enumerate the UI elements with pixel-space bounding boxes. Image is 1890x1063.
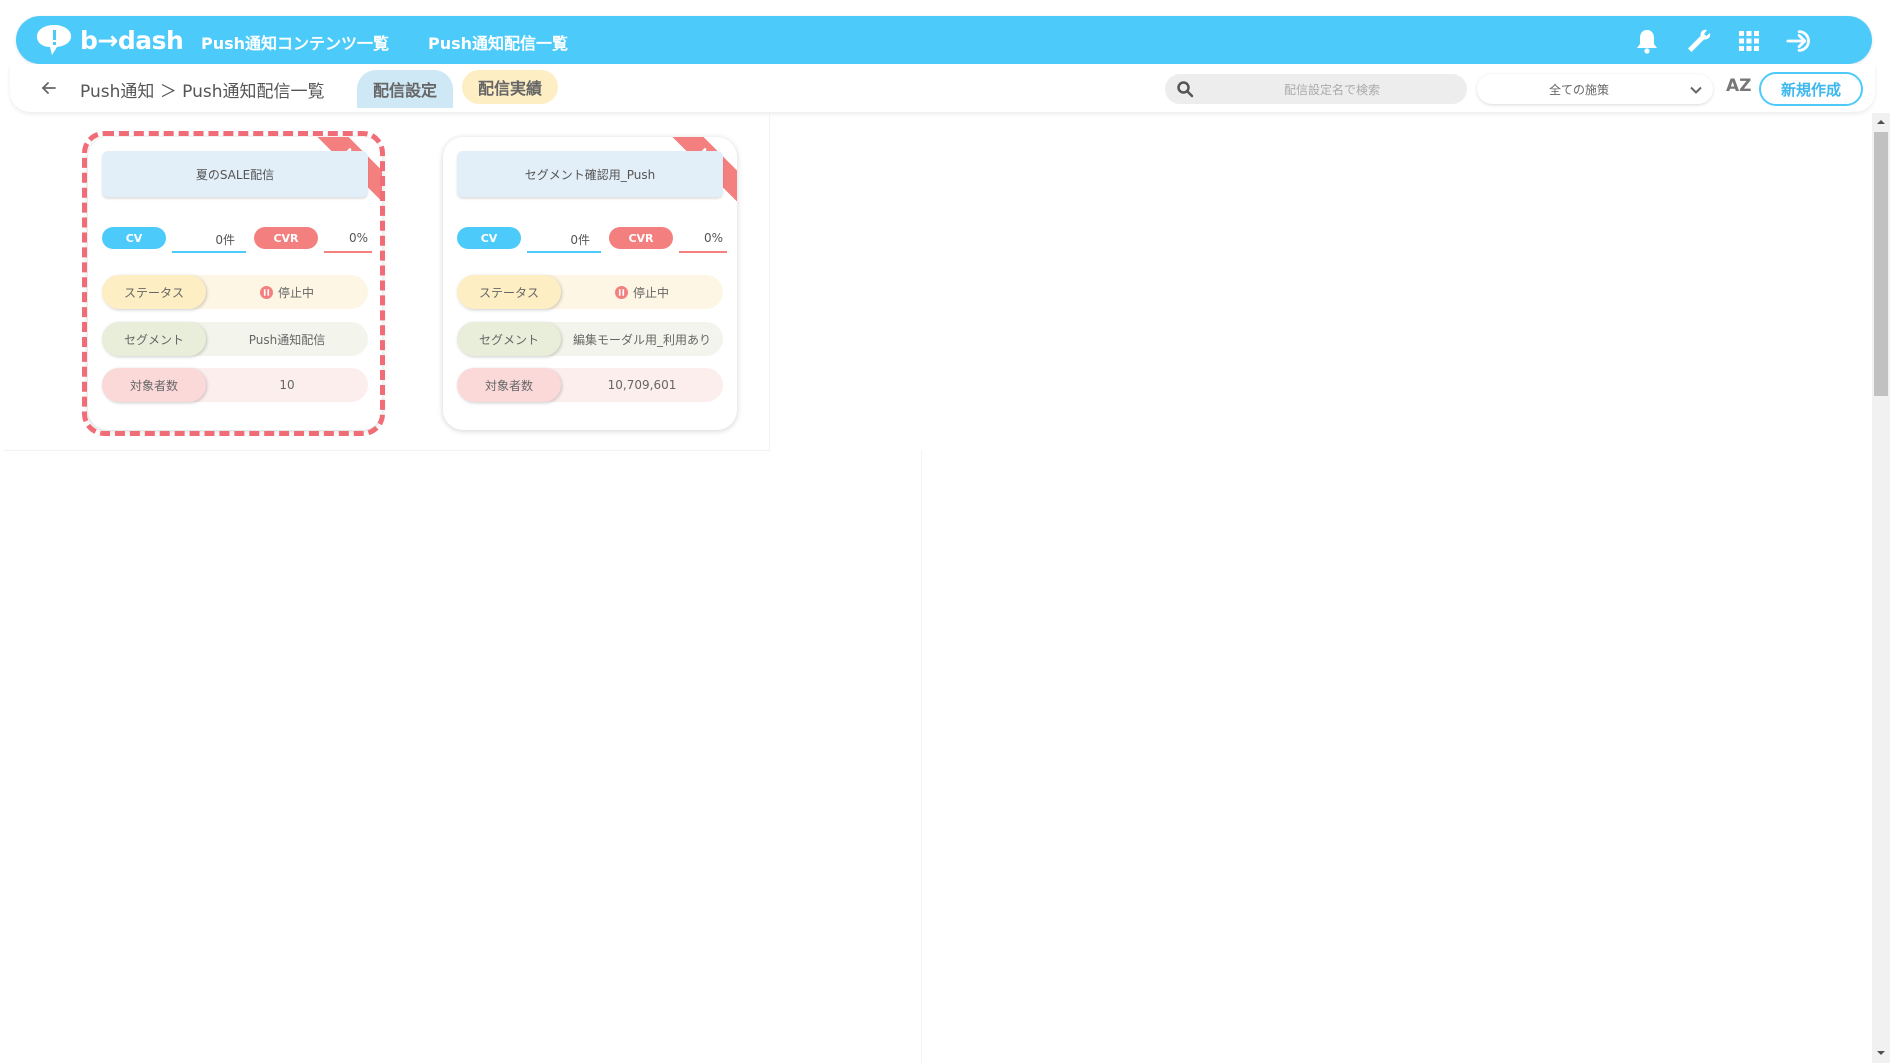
scroll-down-arrow-icon[interactable] <box>1875 1048 1887 1058</box>
cv-pill: CV <box>102 227 166 249</box>
status-row: ステータス 停止中 <box>102 275 368 309</box>
scroll-up-arrow-icon[interactable] <box>1875 117 1887 127</box>
cvr-underline <box>324 251 372 253</box>
new-create-button[interactable]: 新規作成 <box>1759 72 1863 106</box>
logo-icon <box>36 25 72 55</box>
segment-value: 編集モーダル用_利用あり <box>572 332 711 347</box>
segment-label: セグメント <box>102 322 206 356</box>
empty-area <box>4 450 922 1063</box>
nav-push-content-list[interactable]: Push通知コンテンツ一覧 <box>201 30 389 54</box>
cv-value: 0件 <box>570 233 590 247</box>
chevron-down-icon <box>1689 82 1703 96</box>
target-label: 対象者数 <box>102 368 206 402</box>
segment-label: セグメント <box>457 322 561 356</box>
segment-value: Push通知配信 <box>248 332 326 347</box>
target-value: 10,709,601 <box>607 378 677 392</box>
filter-select[interactable]: 全ての施策 <box>1477 74 1713 104</box>
logo[interactable]: b→dash <box>34 23 184 57</box>
search-box <box>1165 74 1467 106</box>
cvr-pill: CVR <box>609 227 673 249</box>
wrench-icon[interactable] <box>1684 26 1714 56</box>
logout-icon[interactable] <box>1786 26 1816 56</box>
breadcrumb: Push通知 ＞ Push通知配信一覧 <box>80 82 325 102</box>
tab-delivery-results[interactable]: 配信実績 <box>462 70 558 104</box>
status-label: ステータス <box>102 275 206 309</box>
sub-header: Push通知 ＞ Push通知配信一覧 配信設定 配信実績 全ての施策 AZ 新… <box>10 64 1875 112</box>
status-row: ステータス 停止中 <box>457 275 723 309</box>
cvr-pill: CVR <box>254 227 318 249</box>
delivery-card[interactable]: NEW セグメント確認用_Push CV 0件 CVR 0% ステータス 停止中… <box>443 137 737 430</box>
nav-push-delivery-list[interactable]: Push通知配信一覧 <box>428 30 568 54</box>
target-value: 10 <box>279 378 295 392</box>
target-row: 対象者数 10 <box>102 368 368 402</box>
status-text: 停止中 <box>632 285 669 300</box>
cvr-value: 0% <box>703 231 723 245</box>
back-arrow-icon[interactable] <box>38 77 60 99</box>
search-input[interactable] <box>1205 74 1459 106</box>
pause-icon <box>259 285 273 299</box>
card-title: セグメント確認用_Push <box>457 151 723 197</box>
status-label: ステータス <box>457 275 561 309</box>
status-text: 停止中 <box>277 285 314 300</box>
segment-row: セグメント Push通知配信 <box>102 322 368 356</box>
bell-icon[interactable] <box>1632 26 1662 56</box>
cvr-value: 0% <box>348 231 368 245</box>
segment-row: セグメント 編集モーダル用_利用あり <box>457 322 723 356</box>
scrollbar-thumb[interactable] <box>1874 132 1888 396</box>
filter-select-value: 全ての施策 <box>1548 83 1609 97</box>
status-value: 停止中 <box>206 275 368 309</box>
delivery-card[interactable]: NEW 夏のSALE配信 CV 0件 CVR 0% ステータス 停止中 セグメン… <box>88 137 382 430</box>
top-nav-bar: b→dash Push通知コンテンツ一覧 Push通知配信一覧 <box>16 16 1872 64</box>
target-row: 対象者数 10,709,601 <box>457 368 723 402</box>
cv-underline <box>172 251 246 253</box>
search-icon[interactable] <box>1176 80 1194 98</box>
pause-icon <box>614 285 628 299</box>
grid-icon[interactable] <box>1734 26 1764 56</box>
target-label: 対象者数 <box>457 368 561 402</box>
sort-az-button[interactable]: AZ <box>1726 76 1751 96</box>
cv-underline <box>527 251 601 253</box>
status-value: 停止中 <box>561 275 723 309</box>
tab-delivery-settings[interactable]: 配信設定 <box>357 70 453 108</box>
cv-value: 0件 <box>215 233 235 247</box>
cvr-underline <box>679 251 727 253</box>
card-title: 夏のSALE配信 <box>102 151 368 197</box>
logo-text: b→dash <box>80 25 184 55</box>
cv-pill: CV <box>457 227 521 249</box>
